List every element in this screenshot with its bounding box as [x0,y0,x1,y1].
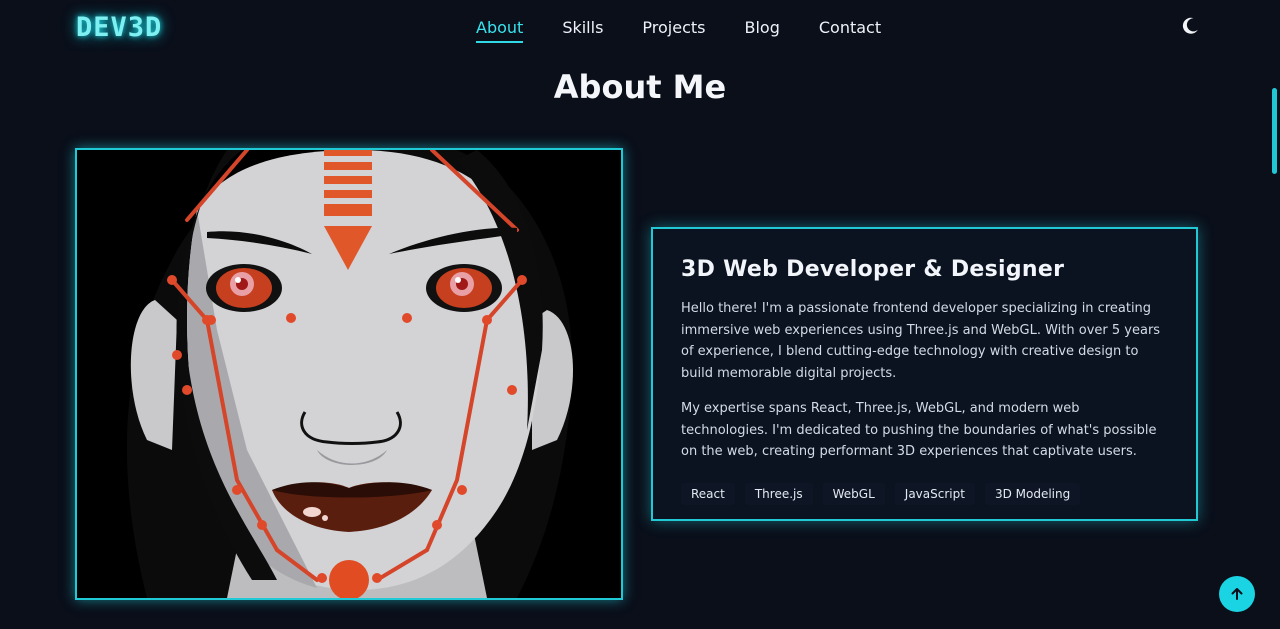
about-card: 3D Web Developer & Designer Hello there!… [651,227,1198,521]
nav-item-skills[interactable]: Skills [562,18,603,43]
skill-tags: React Three.js WebGL JavaScript 3D Model… [681,482,1168,505]
section-title: About Me [553,68,727,106]
card-title: 3D Web Developer & Designer [681,257,1065,282]
site-header: DEV3D About Skills Projects Blog Contact [0,0,1280,58]
portrait-image [75,148,623,600]
site-logo[interactable]: DEV3D [76,12,162,43]
about-paragraph-2: My expertise spans React, Three.js, WebG… [681,401,1157,459]
about-paragraph-1: Hello there! I'm a passionate frontend d… [681,301,1161,381]
moon-icon [1182,17,1198,34]
tag-react: React [681,482,735,505]
nav-item-about[interactable]: About [476,18,524,43]
nav-item-projects[interactable]: Projects [642,18,705,43]
tag-webgl: WebGL [822,482,885,505]
nav-item-contact[interactable]: Contact [819,18,881,43]
scroll-top-button[interactable] [1219,576,1255,612]
tag-javascript: JavaScript [894,482,975,505]
tag-threejs: Three.js [744,482,813,505]
nav-item-blog[interactable]: Blog [744,18,779,43]
page-scrollbar[interactable] [1272,88,1277,174]
main-nav: About Skills Projects Blog Contact [476,18,920,43]
tag-3d-modeling: 3D Modeling [984,482,1081,505]
arrow-up-icon [1231,588,1243,600]
theme-toggle-button[interactable] [1180,16,1200,36]
